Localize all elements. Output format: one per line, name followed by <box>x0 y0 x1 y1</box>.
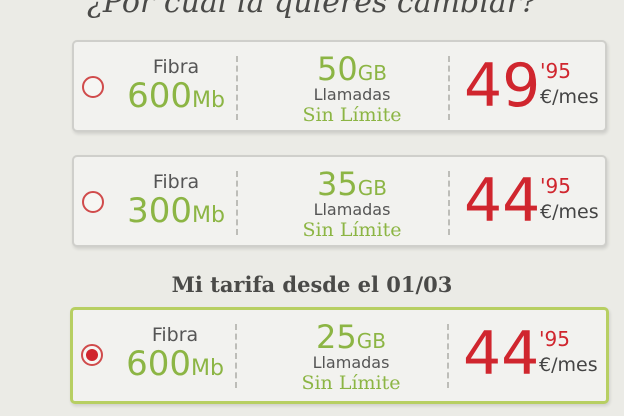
speed-unit: Mb <box>191 88 225 113</box>
divider <box>447 324 449 388</box>
price-integer: 49 <box>464 51 541 121</box>
unlimited-label: Sin Límite <box>302 219 402 241</box>
data-value: 25 <box>316 318 357 356</box>
price-decimal: '95 <box>540 174 571 198</box>
calls-label: Llamadas <box>312 353 390 372</box>
plan-card-1[interactable]: Fibra 600Mb 50GB Llamadas Sin Límite 49 … <box>72 40 607 132</box>
data-unit: GB <box>356 329 386 353</box>
speed-value: 600 <box>127 76 192 116</box>
price-unit: €/mes <box>540 201 599 223</box>
plan-radio-1[interactable] <box>82 76 104 98</box>
plan-card-2[interactable]: Fibra 300Mb 35GB Llamadas Sin Límite 44 … <box>72 155 607 247</box>
data-value: 35 <box>317 165 358 203</box>
divider <box>448 171 450 235</box>
fibra-label: Fibra <box>151 324 199 346</box>
calls-label: Llamadas <box>313 200 391 219</box>
section-title: Mi tarifa desde el 01/03 <box>171 272 453 297</box>
plan-card-current[interactable]: Fibra 600Mb 25GB Llamadas Sin Límite 44 … <box>70 307 609 404</box>
divider <box>236 171 238 235</box>
price-unit: €/mes <box>539 354 598 376</box>
plan-radio-current[interactable] <box>81 344 103 366</box>
data-unit: GB <box>357 176 387 200</box>
price-integer: 44 <box>464 166 541 236</box>
divider <box>235 324 237 388</box>
unlimited-label: Sin Límite <box>302 104 402 126</box>
divider <box>448 56 450 120</box>
plan-radio-2[interactable] <box>82 191 104 213</box>
speed-value: 600 <box>126 344 191 384</box>
price-integer: 44 <box>463 319 540 389</box>
unlimited-label: Sin Límite <box>301 372 401 394</box>
data-unit: GB <box>357 61 387 85</box>
fibra-label: Fibra <box>152 56 200 78</box>
fibra-label: Fibra <box>152 171 200 193</box>
calls-label: Llamadas <box>313 85 391 104</box>
speed-unit: Mb <box>190 356 224 381</box>
price-decimal: '95 <box>539 327 570 351</box>
price-unit: €/mes <box>540 86 599 108</box>
page-heading: ¿Por cuál la quieres cambiar? <box>86 0 538 20</box>
divider <box>236 56 238 120</box>
speed-unit: Mb <box>191 203 225 228</box>
price-decimal: '95 <box>540 59 571 83</box>
data-value: 50 <box>317 50 358 88</box>
speed-value: 300 <box>127 191 192 231</box>
